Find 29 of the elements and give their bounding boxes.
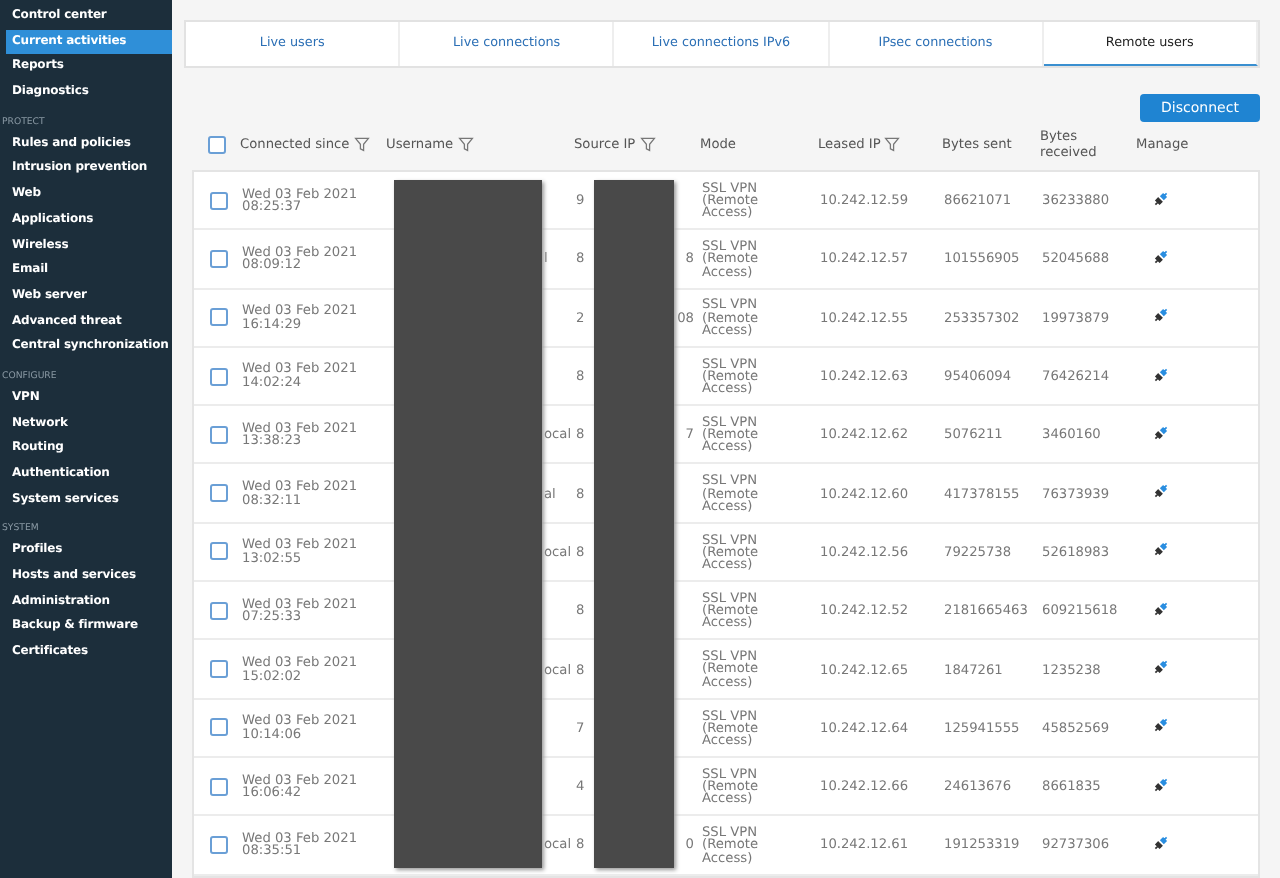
row-checkbox[interactable] [209,660,227,679]
row-checkbox[interactable] [209,249,227,268]
plug-icon[interactable] [1154,425,1168,440]
plug-icon[interactable] [1154,308,1168,323]
row-checkbox[interactable] [209,484,227,503]
plug-icon[interactable] [1154,777,1168,792]
row-checkbox[interactable] [209,835,227,854]
row-checkbox[interactable] [209,425,227,444]
filter-icon[interactable] [353,136,370,152]
plug-icon[interactable] [1154,718,1168,733]
row-checkbox[interactable] [209,191,227,210]
row-checkbox[interactable] [209,367,227,386]
select-all-checkbox[interactable] [207,135,225,153]
row-checkbox[interactable] [209,542,227,561]
filter-icon[interactable] [884,136,901,152]
plug-icon[interactable] [1154,367,1168,382]
plug-icon[interactable] [1154,191,1168,206]
row-checkbox[interactable] [209,777,227,796]
filter-icon[interactable] [639,136,656,152]
row-checkbox[interactable] [209,718,227,737]
plug-icon[interactable] [1154,601,1168,616]
plug-icon[interactable] [1154,542,1168,557]
plug-icon[interactable] [1154,835,1168,850]
plug-icon[interactable] [1154,660,1168,675]
row-checkbox[interactable] [209,601,227,620]
plug-icon[interactable] [1154,249,1168,264]
row-checkbox[interactable] [209,308,227,327]
filter-icon[interactable] [457,136,474,152]
plug-icon[interactable] [1154,484,1168,499]
